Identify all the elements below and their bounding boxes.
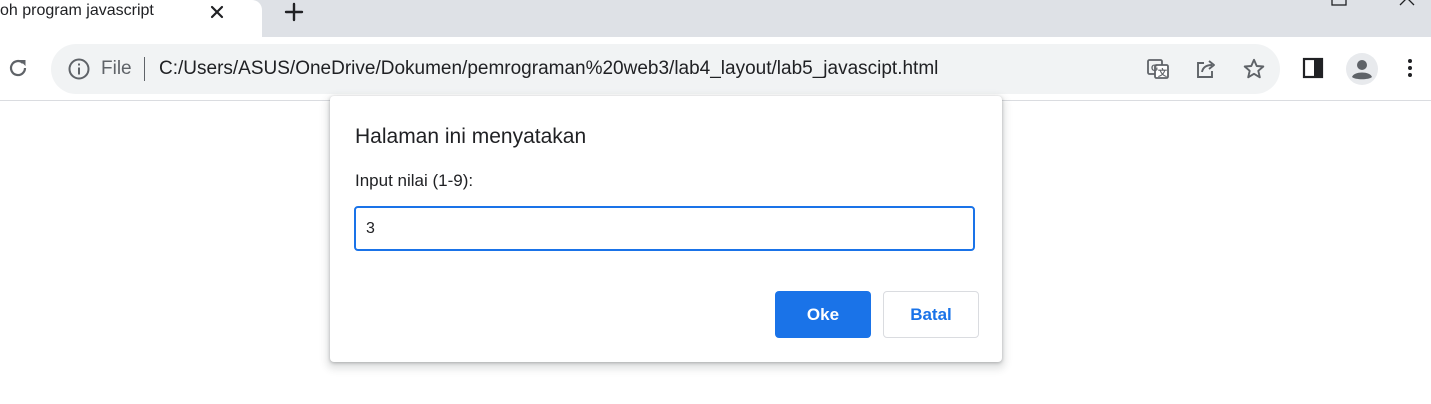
share-icon[interactable] (1193, 56, 1219, 82)
cancel-button[interactable]: Batal (883, 291, 979, 338)
svg-text:G: G (1151, 63, 1158, 73)
kebab-menu-icon[interactable] (1395, 53, 1425, 83)
dialog-message: Input nilai (1-9): (355, 171, 474, 190)
window-close-icon[interactable] (1399, 0, 1415, 6)
svg-text:文: 文 (1157, 67, 1168, 78)
close-icon[interactable] (204, 0, 230, 24)
profile-avatar-icon[interactable] (1345, 52, 1379, 86)
url-text[interactable]: C:/Users/ASUS/OneDrive/Dokumen/pemrogram… (159, 58, 938, 80)
scheme-label: File (101, 58, 132, 79)
tab-strip: oh program javascript (0, 0, 1431, 37)
prompt-input[interactable] (354, 206, 975, 251)
reload-icon[interactable] (4, 54, 32, 82)
plus-icon[interactable] (280, 0, 308, 25)
prompt-dialog: Halaman ini menyatakan Input nilai (1-9)… (330, 96, 1002, 362)
divider (144, 57, 145, 81)
dialog-title: Halaman ini menyatakan (355, 125, 587, 148)
maximize-icon[interactable] (1331, 0, 1347, 6)
translate-icon[interactable]: G 文 (1145, 56, 1171, 82)
browser-toolbar: File C:/Users/ASUS/OneDrive/Dokumen/pemr… (0, 37, 1431, 101)
ok-button[interactable]: Oke (775, 291, 871, 338)
side-panel-icon[interactable] (1298, 53, 1328, 83)
browser-window: oh program javascript File C:/Users/ASUS… (0, 0, 1431, 404)
info-icon[interactable] (67, 57, 91, 81)
star-icon[interactable] (1241, 56, 1267, 82)
tab-title: oh program javascript (0, 2, 154, 19)
address-bar[interactable]: File C:/Users/ASUS/OneDrive/Dokumen/pemr… (51, 44, 1280, 94)
active-tab[interactable]: oh program javascript (0, 0, 262, 37)
